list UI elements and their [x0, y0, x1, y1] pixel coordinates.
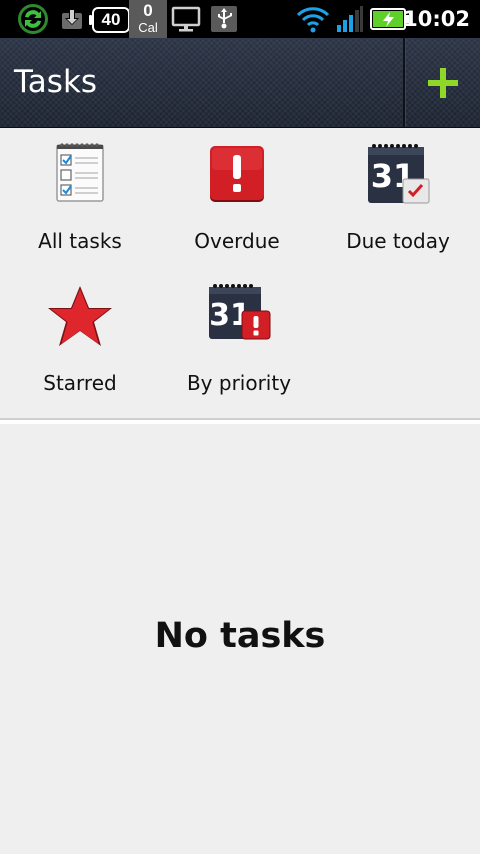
filter-label: By priority	[186, 371, 292, 395]
exclamation-icon	[207, 141, 267, 209]
filter-grid: All tasks Overdue 31 Due today Starred 3…	[0, 127, 480, 419]
calendar-count: 0	[143, 1, 153, 20]
filter-label: Starred	[43, 371, 117, 395]
filter-label: All tasks	[38, 229, 122, 253]
checklist-icon	[52, 141, 108, 209]
action-bar: Tasks	[0, 38, 480, 128]
sync-icon	[16, 0, 50, 38]
add-task-button[interactable]	[406, 38, 480, 127]
filter-label: Due today	[346, 229, 450, 253]
calendar-priority-icon: 31	[206, 283, 272, 347]
filter-all-tasks[interactable]: All tasks	[0, 127, 160, 269]
usb-icon	[210, 0, 238, 38]
section-divider-highlight	[0, 420, 480, 424]
star-icon	[46, 283, 114, 355]
filter-due-today[interactable]: 31 Due today	[318, 127, 478, 269]
clock: 10:02	[403, 7, 470, 31]
calendar-check-icon: 31	[365, 141, 431, 211]
empty-state-text: No tasks	[154, 616, 326, 656]
monitor-icon	[171, 0, 201, 38]
plus-icon	[428, 67, 458, 98]
download-icon	[60, 0, 84, 38]
filter-starred[interactable]: Starred	[0, 269, 160, 411]
filter-label: Overdue	[194, 229, 280, 253]
status-bar: 40 0 Cal 10:02	[0, 0, 480, 38]
wifi-icon	[296, 0, 330, 38]
filter-by-priority[interactable]: 31 By priority	[159, 269, 319, 411]
calendar-label: Cal	[138, 20, 158, 35]
filter-overdue[interactable]: Overdue	[157, 127, 317, 269]
battery-badge-icon: 40	[89, 7, 130, 33]
calendar-badge-icon: 0 Cal	[129, 0, 167, 38]
page-title: Tasks	[14, 64, 98, 100]
signal-icon	[336, 0, 364, 38]
